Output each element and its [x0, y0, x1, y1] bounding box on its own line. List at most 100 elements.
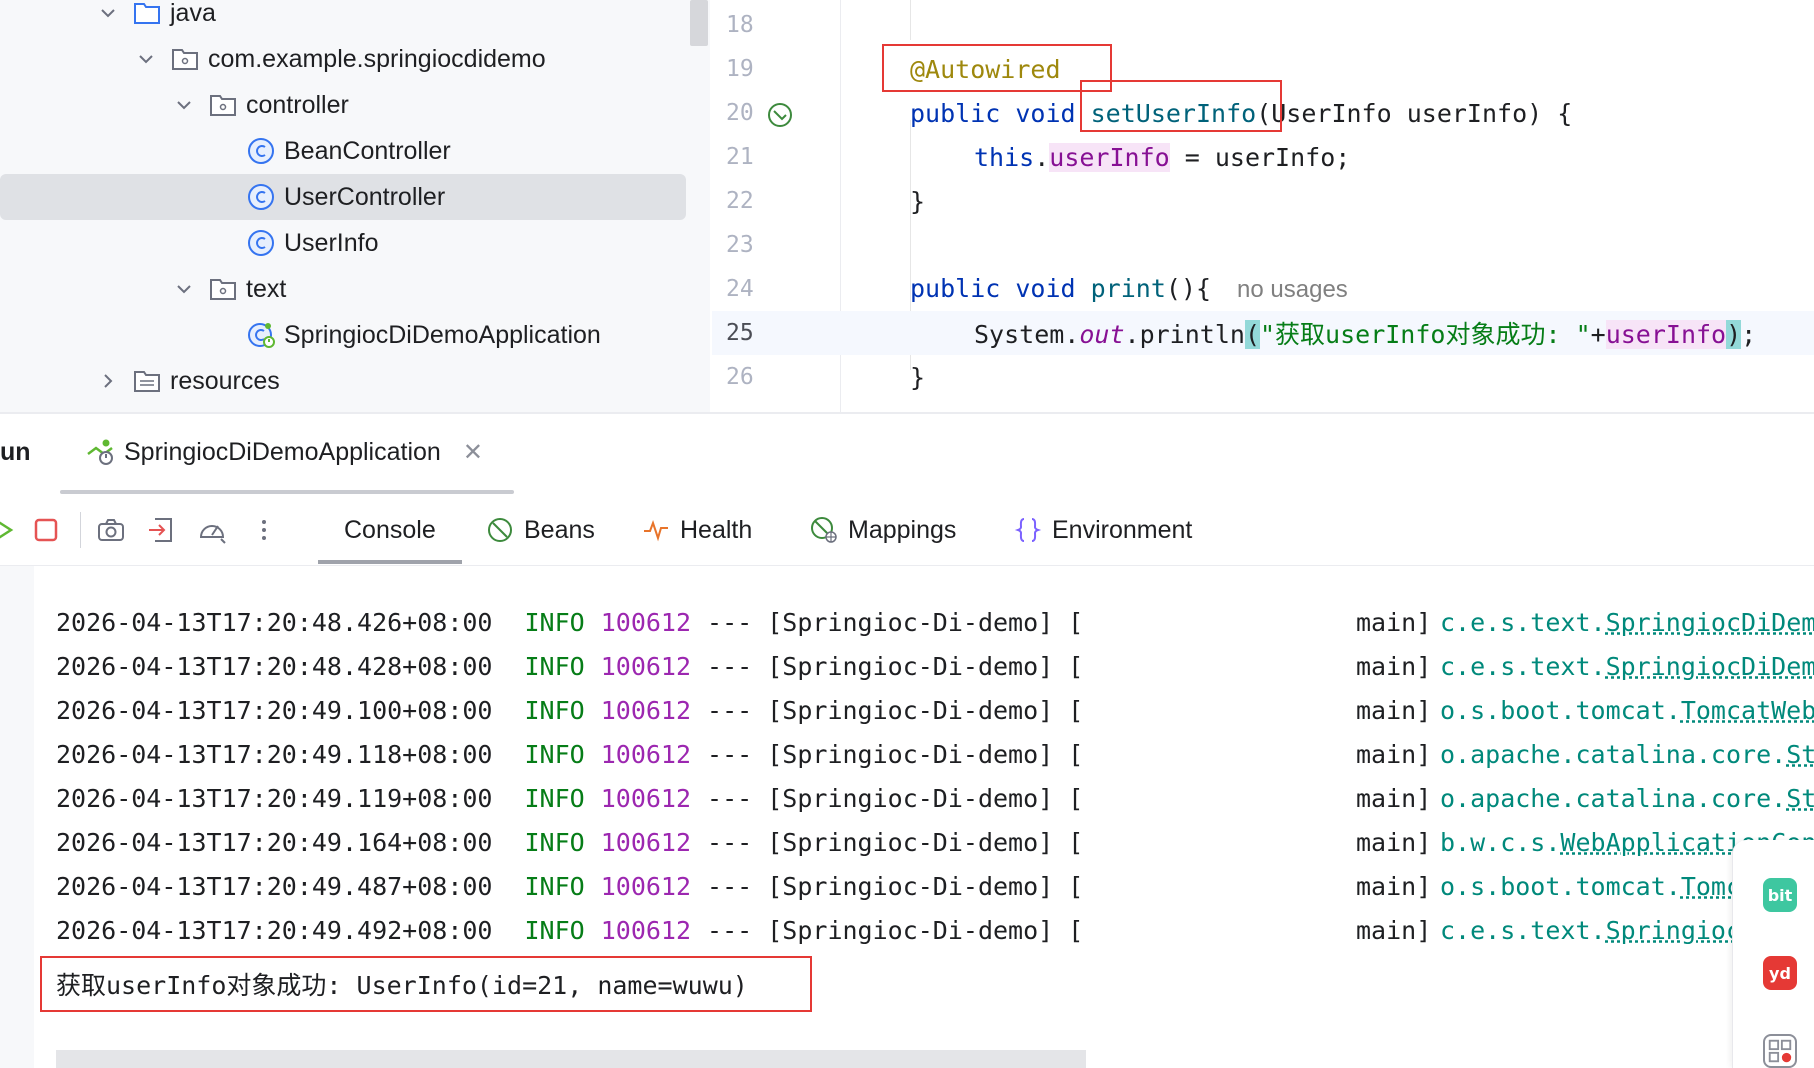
console-gutter	[0, 566, 34, 1068]
log-timestamp: 2026-04-13T17:20:49.492+08:00	[56, 915, 493, 945]
tab-beans[interactable]: Beans	[486, 508, 595, 552]
log-logger[interactable]: o.apache.catalina.core.St	[1440, 740, 1814, 769]
log-logger[interactable]: o.apache.catalina.core.St	[1440, 784, 1814, 813]
logger-prefix: o.s.boot.tomcat.	[1440, 871, 1681, 901]
tree-item-userinfo[interactable]: UserInfo	[0, 220, 686, 266]
tree-item-package-root[interactable]: com.example.springiocdidemo	[0, 36, 686, 82]
code-rest: (){	[1165, 274, 1212, 303]
log-logger[interactable]: c.e.s.text.SpringiocDiDem	[1440, 652, 1814, 681]
logger-link[interactable]: SpringiocDiDem	[1606, 608, 1814, 637]
code-rest: (UserInfo userInfo) {	[1256, 98, 1573, 128]
tree-scrollbar[interactable]	[690, 0, 708, 46]
chevron-down-icon[interactable]	[98, 3, 118, 23]
code-line-current[interactable]: 25 System.out.println("获取userInfo对象成功: "…	[712, 311, 1814, 355]
close-tab-icon[interactable]: ✕	[463, 438, 483, 467]
tab-label: Mappings	[848, 515, 957, 544]
yd-app-icon[interactable]: yd	[1763, 956, 1797, 990]
logger-link[interactable]: St	[1786, 740, 1814, 769]
chevron-down-icon[interactable]	[136, 49, 156, 69]
tree-item-label: java	[170, 0, 216, 27]
spring-boot-run-icon	[87, 439, 113, 465]
code-text: }	[910, 186, 926, 216]
log-logger[interactable]: c.e.s.text.SpringiocDiDem	[1440, 608, 1814, 637]
spring-boot-class-icon	[246, 320, 276, 350]
code-line[interactable]: 18	[712, 3, 1814, 47]
code-plus: +	[1590, 320, 1606, 349]
logger-prefix: b.w.c.s.	[1440, 827, 1561, 857]
code-line[interactable]: 26 }	[712, 355, 1814, 399]
code-line[interactable]: 22 }	[712, 179, 1814, 223]
beans-icon	[488, 518, 512, 542]
code-line[interactable]: 23	[712, 223, 1814, 267]
run-config-tab[interactable]: SpringiocDiDemoApplication ✕	[84, 432, 483, 472]
spring-bean-gutter-icon[interactable]	[766, 101, 794, 129]
profiler-gauge-icon[interactable]	[196, 514, 228, 546]
keyword-token: public void	[910, 98, 1091, 128]
tab-environment[interactable]: Environment	[1014, 508, 1192, 552]
log-line: 2026-04-13T17:20:49.118+08:00 INFO 100612-…	[56, 732, 1814, 776]
code-line[interactable]: 21 this.userInfo = userInfo;	[712, 135, 1814, 179]
chevron-right-icon[interactable]	[98, 371, 118, 391]
yd-app-label: yd	[1769, 963, 1791, 983]
tree-item-application[interactable]: SpringiocDiDemoApplication	[0, 312, 686, 358]
log-level: INFO	[524, 651, 585, 681]
log-logger[interactable]: o.s.boot.tomcat.Tomc	[1440, 872, 1741, 901]
log-pid: 100612	[600, 871, 692, 901]
tree-item-java[interactable]: java	[0, 0, 686, 36]
bit-app-icon[interactable]: bit	[1763, 878, 1797, 912]
more-options-icon[interactable]	[248, 514, 280, 546]
grid-app-icon[interactable]	[1763, 1034, 1797, 1068]
usages-hint[interactable]: no usages	[1237, 276, 1348, 303]
tree-item-beancontroller[interactable]: BeanController	[0, 128, 686, 174]
tab-label: Health	[680, 515, 753, 544]
log-level: INFO	[524, 827, 585, 857]
tree-item-resources[interactable]: resources	[0, 358, 686, 404]
tree-item-text[interactable]: text	[0, 266, 686, 312]
stop-icon[interactable]	[30, 514, 62, 546]
chevron-down-icon[interactable]	[174, 95, 194, 115]
console-horizontal-scrollbar[interactable]	[56, 1050, 1086, 1068]
log-thread: main]	[1356, 695, 1432, 725]
rerun-icon[interactable]	[0, 514, 20, 546]
code-editor[interactable]: 18 19 @Autowired 20 public void setUserI…	[712, 0, 1814, 412]
source-folder-icon	[132, 0, 162, 28]
logger-link[interactable]: TomcatWeb	[1681, 696, 1814, 725]
method-highlight-box	[1080, 80, 1282, 132]
line-number: 26	[726, 364, 754, 390]
log-logger[interactable]: o.s.boot.tomcat.TomcatWeb	[1440, 696, 1814, 725]
logger-link[interactable]: St	[1786, 784, 1814, 813]
resources-folder-icon	[132, 366, 162, 396]
tab-label: Environment	[1052, 515, 1193, 544]
log-thread: main]	[1356, 871, 1432, 901]
log-logger[interactable]: c.e.s.text.Springioc	[1440, 916, 1741, 945]
tree-item-label: resources	[170, 366, 280, 395]
code-text: }	[910, 362, 926, 392]
log-timestamp: 2026-04-13T17:20:49.119+08:00	[56, 783, 493, 813]
tab-mappings[interactable]: Mappings	[810, 508, 956, 552]
log-thread: main]	[1356, 827, 1432, 857]
run-tool-window-header: un SpringiocDiDemoApplication ✕	[0, 414, 1814, 494]
code-line[interactable]: 24 public void print(){no usages	[712, 267, 1814, 311]
console-output[interactable]: 2026-04-13T17:20:48.426+08:00 INFO 100612-…	[34, 566, 1814, 1068]
logger-link[interactable]: Springioc	[1606, 916, 1741, 945]
output-highlight-box	[40, 956, 812, 1012]
tree-item-usercontroller[interactable]: UserController	[0, 174, 686, 220]
logger-prefix: o.s.boot.tomcat.	[1440, 695, 1681, 725]
import-icon[interactable]	[145, 514, 177, 546]
camera-icon[interactable]	[95, 514, 127, 546]
log-pid: 100612	[600, 651, 692, 681]
tab-health[interactable]: Health	[642, 508, 752, 552]
log-thread: main]	[1356, 915, 1432, 945]
tree-item-label: SpringiocDiDemoApplication	[284, 320, 601, 349]
log-line: 2026-04-13T17:20:49.492+08:00 INFO 100612-…	[56, 908, 1741, 952]
logger-link[interactable]: SpringiocDiDem	[1606, 652, 1814, 681]
field-token: userInfo	[1049, 142, 1170, 172]
tab-console[interactable]: Console	[344, 508, 436, 552]
log-level: INFO	[524, 783, 585, 813]
log-timestamp: 2026-04-13T17:20:48.428+08:00	[56, 651, 493, 681]
chevron-down-icon[interactable]	[174, 279, 194, 299]
tree-item-controller[interactable]: controller	[0, 82, 686, 128]
active-tab-underline	[318, 560, 462, 564]
log-app: --- [Springioc-Di-demo] [	[707, 871, 1084, 901]
log-line: 2026-04-13T17:20:49.119+08:00 INFO 100612-…	[56, 776, 1814, 820]
